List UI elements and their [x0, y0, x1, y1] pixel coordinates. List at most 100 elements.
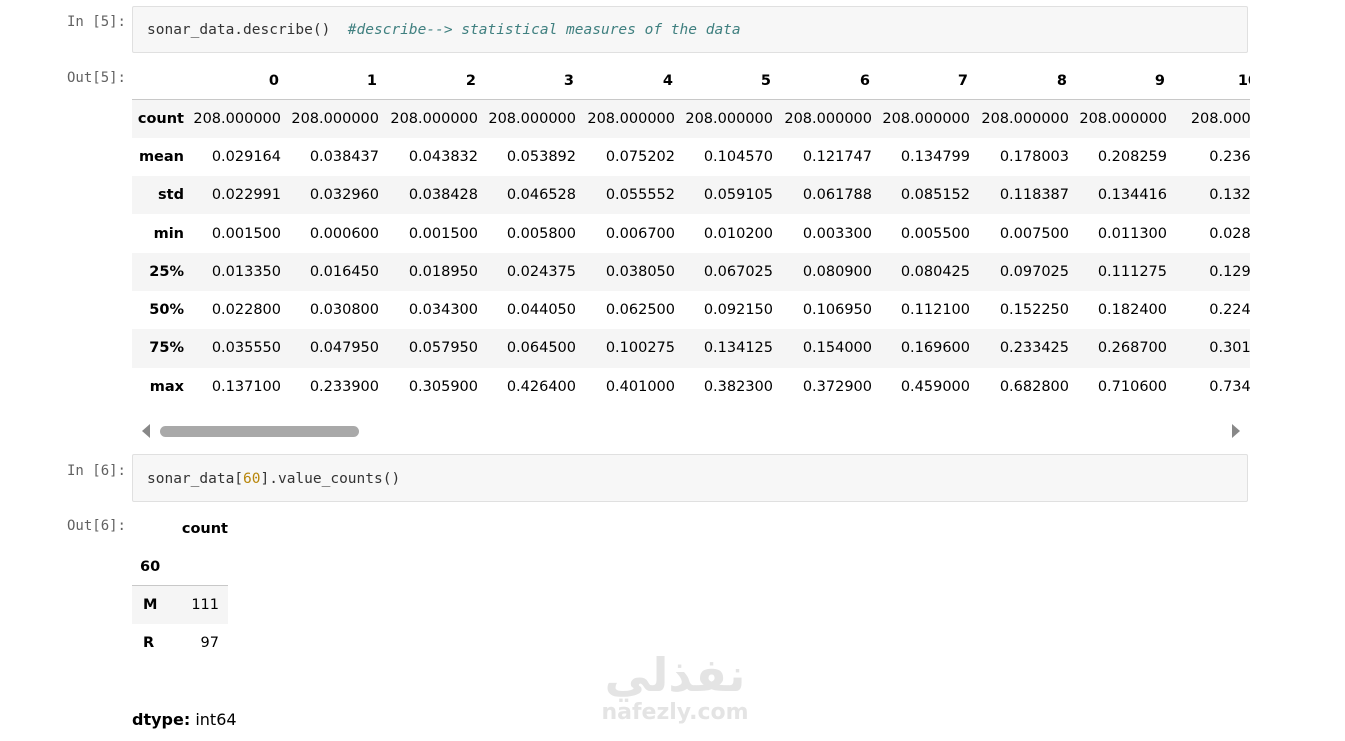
- table-cell: 0.006700: [605, 225, 675, 242]
- column-header: 6: [859, 72, 870, 89]
- describe-table: 0 1 2 3 4 5 6 7 8 9 10 count 208.000000 20…: [132, 62, 1250, 406]
- table-cell: 208.000000: [685, 110, 773, 127]
- table-cell: 208.000000: [587, 110, 675, 127]
- dtype-value: int64: [195, 710, 237, 729]
- scrollbar-thumb[interactable]: [160, 426, 359, 437]
- table-cell: 208.000000: [390, 110, 478, 127]
- table-cell: 0.233900: [309, 378, 379, 395]
- column-header: 10: [1237, 72, 1250, 89]
- table-cell: 0.305900: [408, 378, 478, 395]
- table-cell: 0.005500: [900, 225, 970, 242]
- table-row: min 0.001500 0.000600 0.001500 0.005800 0.006…: [132, 214, 1250, 252]
- table-row: R 97: [132, 624, 228, 663]
- table-cell: 0.044050: [506, 302, 576, 319]
- table-cell: 0.080900: [802, 263, 872, 280]
- table-cell: 0.208259: [1097, 148, 1167, 165]
- table-cell: 0.046528: [506, 187, 576, 204]
- column-header: 8: [1056, 72, 1067, 89]
- table-cell: 0.121747: [802, 148, 872, 165]
- table-cell: 0.016450: [309, 263, 379, 280]
- scroll-right-arrow-icon[interactable]: [1232, 424, 1240, 438]
- table-cell: 0.268700: [1097, 340, 1167, 357]
- table-cell: 0.459000: [900, 378, 970, 395]
- row-label: min: [153, 225, 184, 242]
- table-cell: 0.029164: [211, 148, 281, 165]
- table-cell: 0.075202: [605, 148, 675, 165]
- table-cell: 0.152250: [999, 302, 1069, 319]
- table-row: 75% 0.035550 0.047950 0.057950 0.064500 0.100…: [132, 329, 1250, 368]
- table-row: count 208.000000 208.000000 208.000000 208.0…: [132, 99, 1250, 138]
- column-header: 7: [957, 72, 968, 89]
- table-cell: 0.024375: [506, 263, 576, 280]
- table-cell: 0.005800: [506, 225, 576, 242]
- column-header: 0: [268, 72, 279, 89]
- output-prompt-5: Out[5]:: [66, 70, 126, 86]
- dtype-line: dtype: int64: [132, 710, 237, 729]
- column-header: 5: [760, 72, 771, 89]
- table-cell: 208.000000: [1079, 110, 1167, 127]
- table-cell: 208.000000: [193, 110, 281, 127]
- column-header: 9: [1154, 72, 1165, 89]
- value-counts-table: count 60 M 111 R 97: [132, 510, 228, 663]
- table-cell: 0.035550: [211, 340, 281, 357]
- watermark-url: nafezly.com: [601, 700, 749, 725]
- table-cell: 0.001500: [408, 225, 478, 242]
- table-row: 50% 0.022800 0.030800 0.034300 0.044050 0.062…: [132, 291, 1250, 329]
- table-cell: 208.000000: [882, 110, 970, 127]
- table-cell: 0.372900: [802, 378, 872, 395]
- row-label: 50%: [149, 302, 184, 319]
- table-cell: 208.000000: [981, 110, 1069, 127]
- row-label: 75%: [149, 340, 184, 357]
- table-cell: 208.0000: [1190, 110, 1250, 127]
- row-value: 97: [200, 635, 219, 652]
- table-cell: 0.034300: [408, 302, 478, 319]
- table-cell: 0.007500: [999, 225, 1069, 242]
- dtype-label: dtype:: [132, 710, 191, 729]
- row-label: R: [143, 635, 155, 652]
- column-header: 3: [563, 72, 574, 89]
- table-row: max 0.137100 0.233900 0.305900 0.426400 0.401…: [132, 368, 1250, 406]
- table-cell: 0.169600: [900, 340, 970, 357]
- table-cell: 0.003300: [802, 225, 872, 242]
- table-cell: 0.7342: [1209, 378, 1250, 395]
- table-cell: 0.013350: [211, 263, 281, 280]
- table-cell: 0.047950: [309, 340, 379, 357]
- table-cell: 0.097025: [999, 263, 1069, 280]
- table-cell: 0.030800: [309, 302, 379, 319]
- table-header-row: 0 1 2 3 4 5 6 7 8 9 10: [132, 62, 1250, 100]
- table-header-row: count: [132, 510, 228, 548]
- row-label: count: [137, 110, 184, 127]
- table-cell: 0.0289: [1209, 225, 1250, 242]
- code-cell-6[interactable]: sonar_data[60].value_counts(): [132, 454, 1248, 502]
- table-cell: 0.104570: [703, 148, 773, 165]
- table-cell: 0.2248: [1209, 302, 1250, 319]
- table-cell: 0.682800: [999, 378, 1069, 395]
- table-cell: 0.038428: [408, 187, 478, 204]
- table-cell: 0.3016: [1209, 340, 1250, 357]
- scroll-left-arrow-icon[interactable]: [142, 424, 150, 438]
- table-cell: 208.000000: [291, 110, 379, 127]
- table-cell: 0.038050: [605, 263, 675, 280]
- code-cell-5[interactable]: sonar_data.describe() #describe--> stati…: [132, 6, 1248, 53]
- table-cell: 0.000600: [309, 225, 379, 242]
- table-cell: 208.000000: [784, 110, 872, 127]
- column-header: 4: [662, 72, 673, 89]
- output-prompt-6: Out[6]:: [66, 518, 126, 534]
- horizontal-scrollbar[interactable]: [132, 420, 1250, 442]
- table-cell: 0.043832: [408, 148, 478, 165]
- table-cell: 0.111275: [1097, 263, 1167, 280]
- code-text: sonar_data[: [147, 471, 244, 487]
- table-cell: 0.100275: [605, 340, 675, 357]
- table-cell: 0.085152: [900, 187, 970, 204]
- table-cell: 0.061788: [802, 187, 872, 204]
- input-prompt-5: In [5]:: [66, 14, 126, 30]
- column-header: count: [181, 521, 228, 537]
- table-cell: 0.092150: [703, 302, 773, 319]
- table-row: 25% 0.013350 0.016450 0.018950 0.024375 0.038…: [132, 252, 1250, 291]
- code-text: ].value_counts(): [260, 471, 401, 487]
- table-cell: 0.710600: [1097, 378, 1167, 395]
- row-value: 111: [191, 597, 219, 613]
- watermark-logo: نفذلي: [604, 648, 746, 702]
- table-cell: 0.112100: [900, 302, 970, 319]
- table-cell: 0.018950: [408, 263, 478, 280]
